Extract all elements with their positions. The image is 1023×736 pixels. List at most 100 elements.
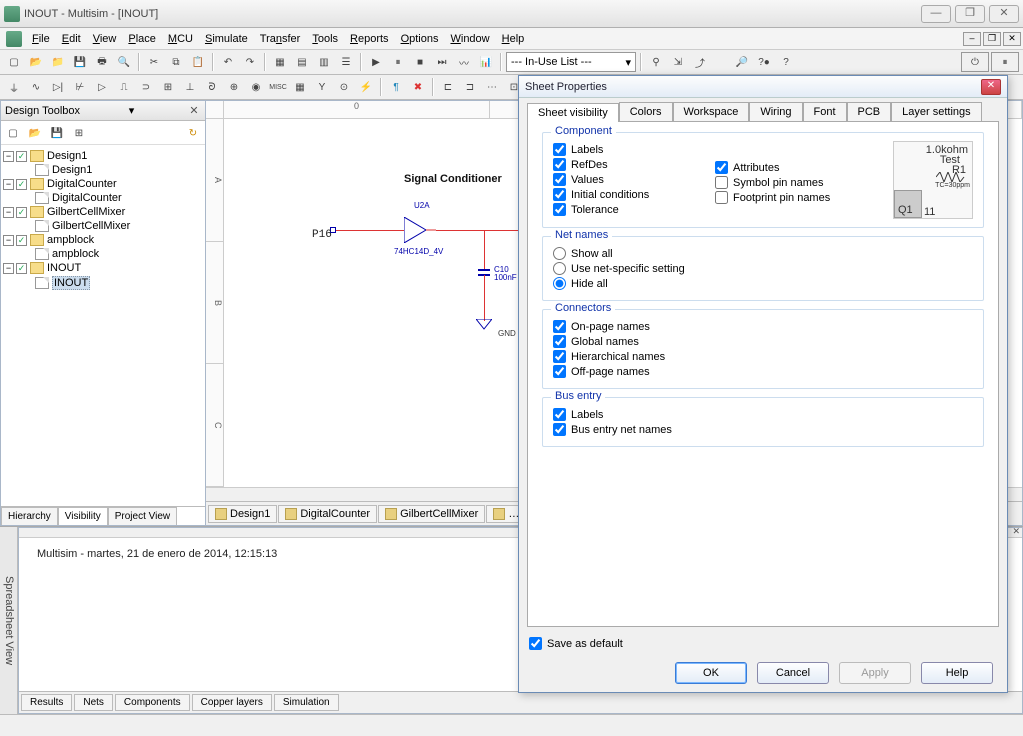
pause-sim-icon[interactable]: ⏸ [991,52,1019,72]
apply-button[interactable]: Apply [839,662,911,684]
preview-button[interactable]: 🔍 [114,52,134,72]
scope-icon[interactable]: 📊 [476,52,496,72]
tab-font[interactable]: Font [803,102,847,121]
help-icon[interactable]: ? [776,52,796,72]
list-icon[interactable]: ☰ [336,52,356,72]
menu-edit[interactable]: Edit [56,31,87,47]
radio-show-all[interactable]: Show all [553,247,973,260]
minimize-button[interactable]: — [921,5,951,23]
tab-layer-settings[interactable]: Layer settings [891,102,981,121]
tab-workspace[interactable]: Workspace [673,102,750,121]
design-tree[interactable]: −✓Design1 Design1 −✓DigitalCounter Digit… [1,145,205,506]
menu-place[interactable]: Place [122,31,162,47]
save-button[interactable]: 💾 [70,52,90,72]
comp-place-icon[interactable]: ¶ [386,77,406,97]
sv-tab-simulation[interactable]: Simulation [274,694,339,711]
comp-erc-icon[interactable]: ✖ [408,77,428,97]
comp-conn-icon[interactable]: ⊙ [334,77,354,97]
comp-ind-icon[interactable]: ᘐ [202,77,222,97]
menu-window[interactable]: Window [444,31,495,47]
menu-reports[interactable]: Reports [344,31,395,47]
toolbox-pin-icon[interactable]: ▾ [129,104,135,117]
comp-bus1-icon[interactable]: ⊏ [438,77,458,97]
tb-save-icon[interactable]: 💾 [47,123,67,143]
chk-hierarchical[interactable]: Hierarchical names [553,350,973,363]
menu-options[interactable]: Options [395,31,445,47]
tb-refresh-icon[interactable]: ↻ [183,123,203,143]
comp-resistor-icon[interactable]: ∿ [26,77,46,97]
menu-transfer[interactable]: Transfer [254,31,307,47]
tab-hierarchy[interactable]: Hierarchy [1,507,58,525]
redo-button[interactable]: ↷ [240,52,260,72]
comp-gate-icon[interactable]: ⊃ [136,77,156,97]
pause-button[interactable]: ⏸ [388,52,408,72]
chk-on-page[interactable]: On-page names [553,320,973,333]
comp-meter-icon[interactable]: ◉ [246,77,266,97]
chk-off-page[interactable]: Off-page names [553,365,973,378]
tab-colors[interactable]: Colors [619,102,673,121]
menu-mcu[interactable]: MCU [162,31,199,47]
chk-save-default[interactable]: Save as default [529,637,997,650]
new-button[interactable]: ▢ [4,52,24,72]
sv-tab-nets[interactable]: Nets [74,694,113,711]
search2-icon[interactable]: ?● [754,52,774,72]
sv-tab-components[interactable]: Components [115,694,190,711]
tb-open-icon[interactable]: 📂 [25,123,45,143]
chk-refdes[interactable]: RefDes [553,158,703,171]
search1-icon[interactable]: 🔎 [732,52,752,72]
grid2-icon[interactable]: ▤ [292,52,312,72]
copy-button[interactable]: ⧉ [166,52,186,72]
print-button[interactable]: 🖶 [92,52,112,72]
wave-icon[interactable]: 〰 [454,52,474,72]
doc-tab[interactable]: DigitalCounter [278,505,377,523]
menu-file[interactable]: File [26,31,56,47]
comp-ant-icon[interactable]: Y [312,77,332,97]
sv-tab-results[interactable]: Results [21,694,72,711]
chk-symbol-pin-names[interactable]: Symbol pin names [715,176,881,189]
menu-view[interactable]: View [87,31,123,47]
chk-tolerance[interactable]: Tolerance [553,203,703,216]
comp-diode-icon[interactable]: ▷| [48,77,68,97]
menu-tools[interactable]: Tools [306,31,344,47]
stop-button[interactable]: ■ [410,52,430,72]
chk-labels[interactable]: Labels [553,143,703,156]
probe1-icon[interactable]: ⚲ [646,52,666,72]
ok-button[interactable]: OK [675,662,747,684]
tab-sheet-visibility[interactable]: Sheet visibility [527,103,619,122]
tb-tree-icon[interactable]: ⊞ [69,123,89,143]
open2-button[interactable]: 📁 [48,52,68,72]
in-use-list-dropdown[interactable]: --- In-Use List ---▾ [506,52,636,72]
dialog-title-bar[interactable]: Sheet Properties ✕ [519,76,1007,98]
comp-opamp-icon[interactable]: ▷ [92,77,112,97]
mdi-minimize[interactable]: – [963,32,981,46]
comp-power-icon[interactable]: ⚡ [356,77,376,97]
mdi-restore[interactable]: ❐ [983,32,1001,46]
sv-tab-copper[interactable]: Copper layers [192,694,272,711]
close-button[interactable]: ✕ [989,5,1019,23]
tab-visibility[interactable]: Visibility [58,507,108,525]
chk-bus-labels[interactable]: Labels [553,408,973,421]
chk-initial-conditions[interactable]: Initial conditions [553,188,703,201]
comp-source-icon[interactable]: ⊕ [224,77,244,97]
chk-attributes[interactable]: Attributes [715,161,881,174]
probe2-icon[interactable]: ⇲ [668,52,688,72]
comp-cap-icon[interactable]: ⊥ [180,77,200,97]
tab-wiring[interactable]: Wiring [749,102,802,121]
grid1-icon[interactable]: ▦ [270,52,290,72]
doc-tab[interactable]: Design1 [208,505,277,523]
menu-help[interactable]: Help [496,31,531,47]
doc-tab[interactable]: GilbertCellMixer [378,505,485,523]
opamp-symbol[interactable] [404,217,436,243]
toolbox-close-icon[interactable]: ✕ [187,104,201,117]
chk-values[interactable]: Values [553,173,703,186]
undo-button[interactable]: ↶ [218,52,238,72]
cancel-button[interactable]: Cancel [757,662,829,684]
paste-button[interactable]: 📋 [188,52,208,72]
probe3-icon[interactable]: ⤴ [690,52,710,72]
chk-global[interactable]: Global names [553,335,973,348]
step-button[interactable]: ⏭ [432,52,452,72]
comp-ground-icon[interactable]: ⏚ [4,77,24,97]
comp-ic-icon[interactable]: ⎍ [114,77,134,97]
comp-bus2-icon[interactable]: ⊐ [460,77,480,97]
comp-bus3-icon[interactable]: ⋯ [482,77,502,97]
